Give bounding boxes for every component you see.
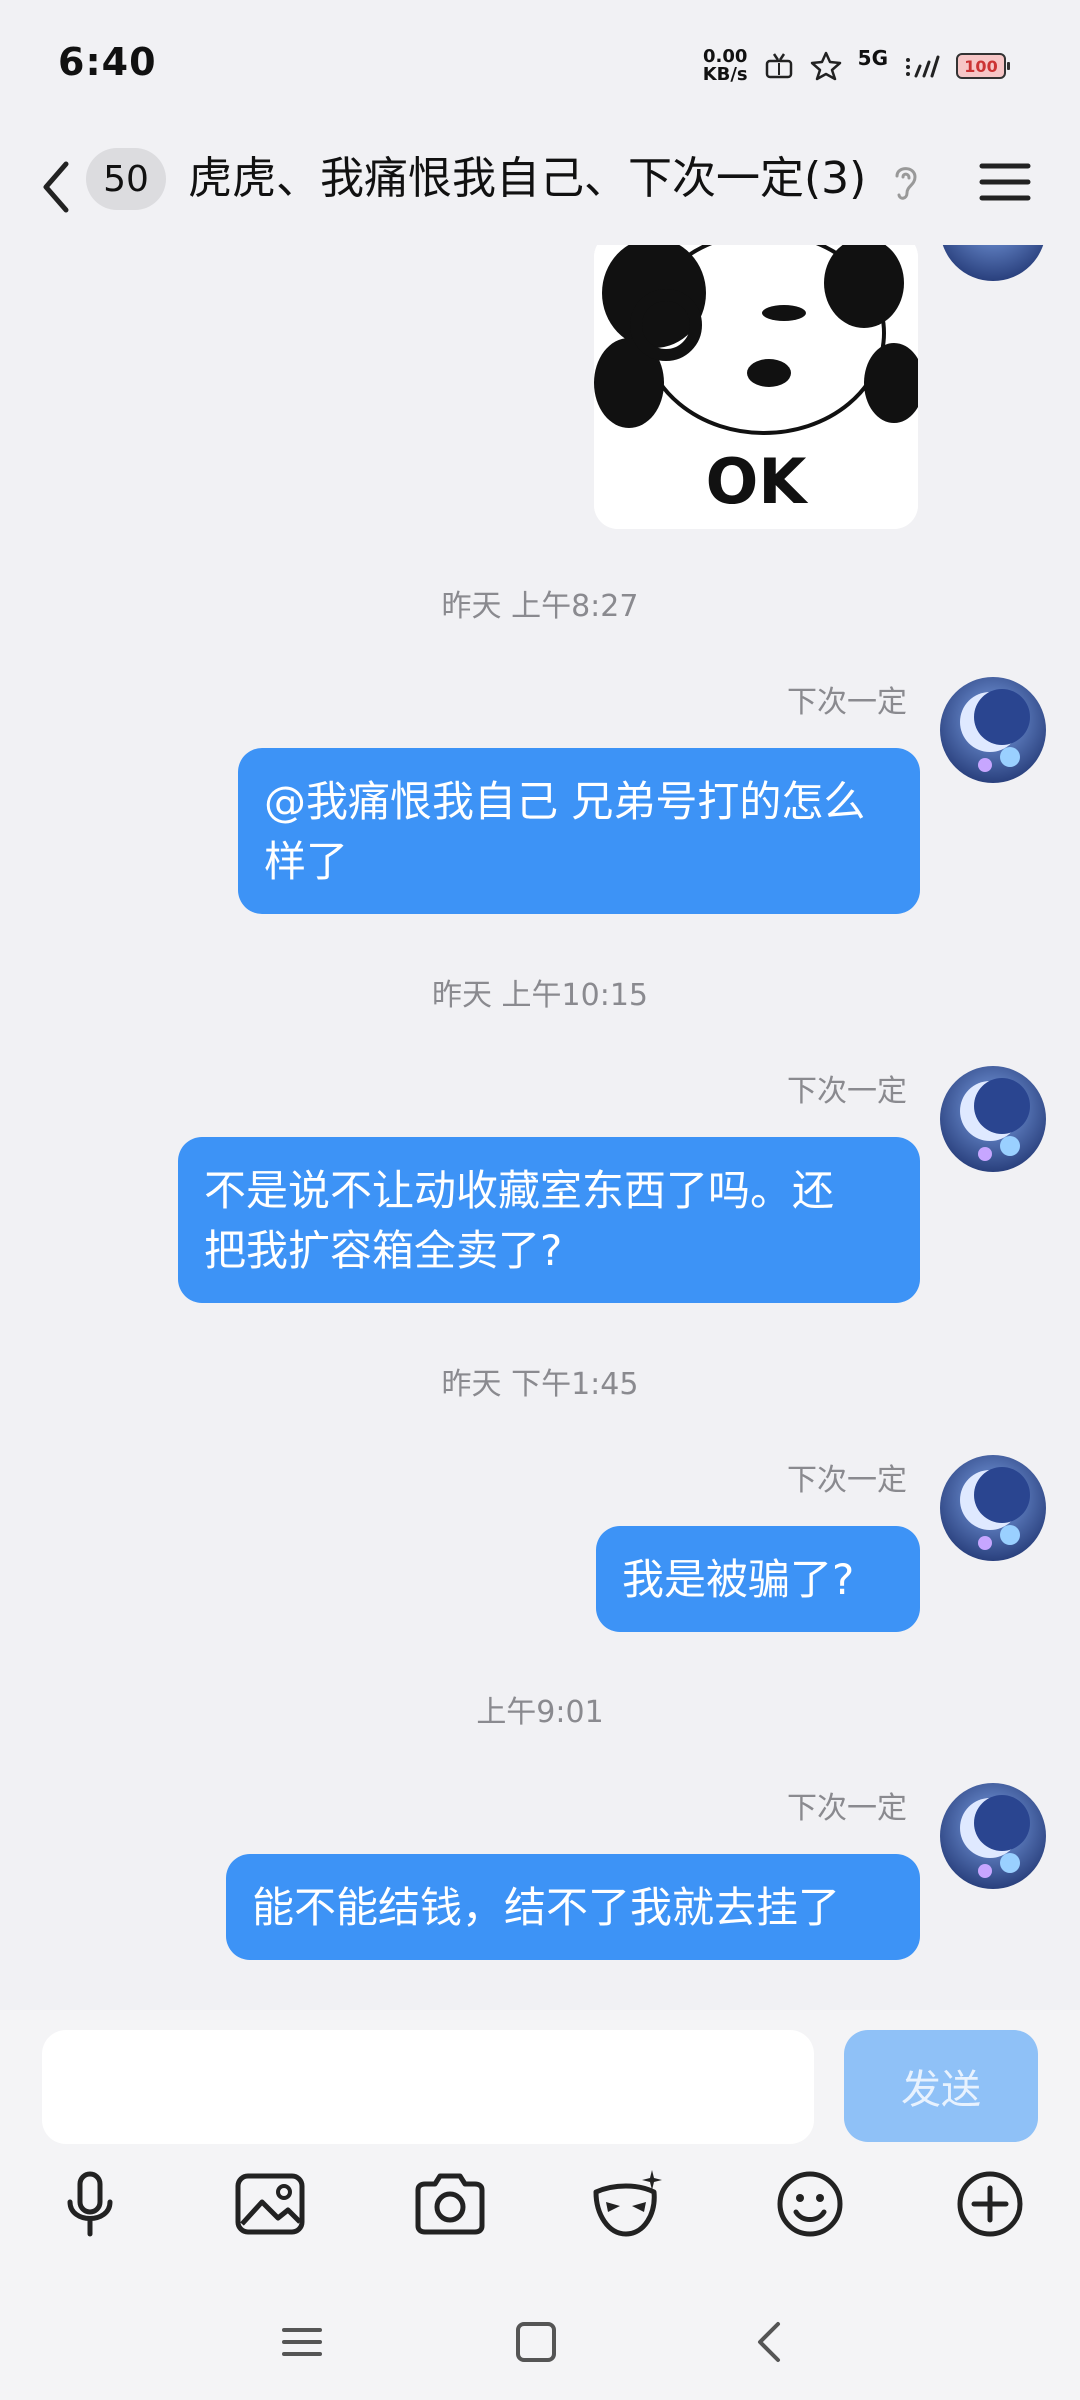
sender-name: 下次一定 [787, 1074, 907, 1109]
sender-name: 下次一定 [787, 1463, 907, 1498]
ear-icon[interactable] [888, 160, 922, 204]
menu-icon[interactable] [978, 152, 1032, 212]
message-bubble[interactable]: 我是被骗了? [596, 1526, 920, 1632]
unread-count-badge[interactable]: 50 [86, 148, 166, 210]
emoji-icon[interactable] [768, 2162, 852, 2246]
avatar[interactable] [940, 1066, 1046, 1172]
tv-icon [765, 53, 792, 79]
star-icon [810, 51, 841, 81]
moon-avatar-icon [940, 677, 1046, 783]
recents-icon[interactable] [272, 2312, 332, 2372]
message-list[interactable]: OK 昨天 上午8:27 下次一定 @我痛恨我自己 兄弟号打的怎么 样了 昨天 … [0, 245, 1080, 2010]
system-nav-bar [0, 2280, 1080, 2400]
chat-header: 50 虎虎、我痛恨我自己、下次一定(3) [0, 130, 1080, 245]
timestamp: 昨天 上午10:15 [432, 978, 648, 1013]
moon-avatar-icon [940, 1066, 1046, 1172]
battery-icon: 100 [956, 53, 1010, 79]
status-icons: 0.00 KB/s 5G 100 [702, 44, 1010, 88]
microphone-icon[interactable] [48, 2162, 132, 2246]
sender-name: 下次一定 [787, 1791, 907, 1826]
chat-title[interactable]: 虎虎、我痛恨我自己、下次一定(3) [188, 148, 866, 210]
mask-icon[interactable] [584, 2162, 668, 2246]
signal-icon [906, 55, 940, 78]
avatar[interactable] [940, 677, 1046, 783]
message-bubble[interactable]: 不是说不让动收藏室东西了吗。还 把我扩容箱全卖了? [178, 1137, 920, 1303]
send-button[interactable]: 发送 [844, 2030, 1038, 2142]
back-icon[interactable] [36, 152, 76, 222]
avatar[interactable] [940, 245, 1046, 281]
avatar[interactable] [940, 1783, 1046, 1889]
network-type: 5G [857, 46, 888, 70]
moon-avatar-icon [940, 245, 1046, 281]
timestamp: 上午9:01 [476, 1695, 604, 1730]
timestamp: 昨天 下午1:45 [441, 1367, 639, 1402]
sticker-caption: OK [705, 445, 807, 518]
sender-name: 下次一定 [787, 685, 907, 720]
nav-back-icon[interactable] [740, 2312, 800, 2372]
message-bubble[interactable]: @我痛恨我自己 兄弟号打的怎么 样了 [238, 748, 920, 914]
message-bubble[interactable]: 能不能结钱，结不了我就去挂了 [226, 1854, 920, 1960]
moon-avatar-icon [940, 1783, 1046, 1889]
status-bar: 6:40 0.00 KB/s 5G 100 [0, 0, 1080, 130]
camera-icon[interactable] [408, 2162, 492, 2246]
plus-icon[interactable] [948, 2162, 1032, 2246]
sticker-message[interactable]: OK [594, 245, 918, 529]
avatar[interactable] [940, 1455, 1046, 1561]
moon-avatar-icon [940, 1455, 1046, 1561]
status-time: 6:40 [58, 40, 157, 84]
message-input[interactable] [42, 2030, 814, 2144]
image-icon[interactable] [228, 2162, 312, 2246]
home-icon[interactable] [506, 2312, 566, 2372]
timestamp: 昨天 上午8:27 [441, 589, 639, 624]
net-speed: 0.00 KB/s [702, 46, 748, 85]
